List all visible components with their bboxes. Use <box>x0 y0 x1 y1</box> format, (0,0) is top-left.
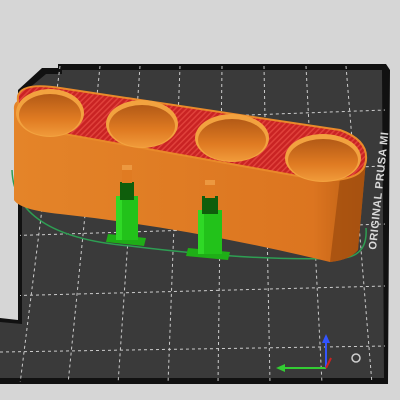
preview-scene[interactable]: ORIGINAL PRUSA MI <box>0 0 400 400</box>
cup-hole-2 <box>106 100 178 148</box>
cup-hole-4 <box>285 134 361 182</box>
3d-preview-viewport[interactable]: ORIGINAL PRUSA MI <box>0 0 400 400</box>
cup-hole-1 <box>16 89 84 137</box>
cup-hole-3 <box>195 114 269 162</box>
